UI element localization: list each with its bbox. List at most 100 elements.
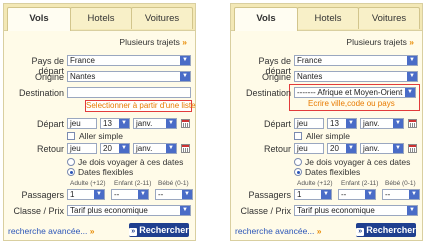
calendar-icon[interactable] — [181, 144, 190, 153]
chevron-down-icon: ▼ — [94, 190, 104, 199]
chevron-down-icon: ▼ — [409, 190, 419, 199]
chevron-down-icon: ▼ — [166, 144, 176, 153]
destination-input[interactable] — [67, 87, 191, 98]
flexible-dates-radio[interactable] — [294, 168, 302, 176]
multi-trip-link[interactable]: Plusieurs trajets » — [119, 37, 187, 47]
depart-month-value: janv. — [136, 119, 153, 128]
retour-dayname-select[interactable]: jeu — [67, 143, 97, 154]
depart-month-select[interactable]: janv. ▼ — [360, 118, 404, 129]
tab-vols[interactable]: Vols — [7, 7, 71, 31]
tab-hotels[interactable]: Hotels — [297, 7, 359, 29]
calendar-icon[interactable] — [181, 119, 190, 128]
advanced-search-link[interactable]: recherche avancée... » — [235, 226, 322, 236]
search-button[interactable]: » Rechercher — [356, 223, 416, 237]
chevron-down-icon: ▼ — [393, 144, 403, 153]
adult-count-value: 1 — [70, 190, 75, 199]
retour-day-select[interactable]: 20 ▼ — [100, 143, 130, 154]
aller-simple-label: Aller simple — [79, 131, 123, 141]
arrow-icon: » — [129, 228, 138, 236]
calendar-icon[interactable] — [408, 144, 417, 153]
flight-search-panel-list: Vols Hotels Voitures Plusieurs trajets »… — [3, 3, 196, 241]
infant-count-select[interactable]: -- ▼ — [155, 189, 193, 200]
advanced-search-link[interactable]: recherche avancée... » — [8, 226, 95, 236]
retour-day-select[interactable]: 20 ▼ — [327, 143, 357, 154]
retour-month-select[interactable]: janv. ▼ — [360, 143, 404, 154]
child-count-select[interactable]: -- ▼ — [111, 189, 149, 200]
adult-count-select[interactable]: 1 ▼ — [294, 189, 332, 200]
chevron-down-icon: ▼ — [346, 119, 356, 128]
fixed-dates-label: Je dois voyager à ces dates — [78, 157, 184, 167]
classe-value: Tarif plus economique — [297, 206, 375, 215]
calendar-icon[interactable] — [408, 119, 417, 128]
tab-voitures[interactable]: Voitures — [358, 7, 420, 29]
tab-voitures[interactable]: Voitures — [131, 7, 193, 29]
origine-value: Nantes — [70, 72, 96, 81]
retour-dayname-value: jeu — [297, 144, 308, 153]
double-chevron-icon: » — [182, 37, 187, 47]
chevron-down-icon: ▼ — [119, 144, 129, 153]
depart-day-select[interactable]: 13 ▼ — [100, 118, 130, 129]
depart-day-select[interactable]: 13 ▼ — [327, 118, 357, 129]
double-chevron-icon: » — [89, 226, 95, 236]
child-count-select[interactable]: -- ▼ — [338, 189, 376, 200]
adult-count-value: 1 — [297, 190, 302, 199]
panel-footer: recherche avancée... » » Rechercher — [231, 223, 422, 240]
search-button[interactable]: » Rechercher — [129, 223, 189, 237]
chevron-down-icon: ▼ — [346, 144, 356, 153]
label-classe: Classe / Prix — [13, 206, 64, 216]
chevron-down-icon: ▼ — [119, 119, 129, 128]
flexible-dates-label: Dates flexibles — [78, 167, 134, 177]
depart-dayname-select[interactable]: jeu — [67, 118, 97, 129]
destination-list-hint[interactable]: Selectionner à partir d'une liste — [85, 100, 196, 112]
destination-select[interactable]: ------- Afrique et Moyen-Orient ----- ▼ — [294, 87, 416, 98]
aller-simple-checkbox[interactable] — [294, 132, 302, 140]
chevron-down-icon: ▼ — [365, 190, 375, 199]
label-destination: Destination — [245, 88, 291, 98]
aller-simple-checkbox[interactable] — [67, 132, 75, 140]
tab-hotels[interactable]: Hotels — [70, 7, 132, 29]
advanced-search-label: recherche avancée... — [8, 226, 88, 236]
retour-month-select[interactable]: janv. ▼ — [133, 143, 177, 154]
pays-depart-select[interactable]: France ▼ — [294, 55, 418, 66]
retour-month-value: janv. — [136, 144, 153, 153]
multi-trip-link[interactable]: Plusieurs trajets » — [346, 37, 414, 47]
pays-depart-select[interactable]: France ▼ — [67, 55, 191, 66]
search-button-label: Rechercher — [139, 225, 189, 235]
adult-age-label: Adulte (+12) — [70, 180, 106, 187]
depart-day-value: 13 — [330, 119, 339, 128]
origine-select[interactable]: Nantes ▼ — [294, 71, 418, 82]
retour-day-value: 20 — [330, 144, 339, 153]
label-destination: Destination — [18, 88, 64, 98]
classe-select[interactable]: Tarif plus economique ▼ — [294, 205, 418, 216]
infant-age-label: Bébé (0-1) — [385, 180, 416, 187]
fixed-dates-radio[interactable] — [294, 158, 302, 166]
flexible-dates-radio[interactable] — [67, 168, 75, 176]
pays-depart-value: France — [70, 56, 95, 65]
fixed-dates-radio[interactable] — [67, 158, 75, 166]
depart-dayname-value: jeu — [70, 119, 81, 128]
flexible-dates-label: Dates flexibles — [305, 167, 361, 177]
retour-dayname-select[interactable]: jeu — [294, 143, 324, 154]
tab-vols[interactable]: Vols — [234, 7, 298, 31]
chevron-down-icon: ▼ — [407, 56, 417, 65]
adult-age-label: Adulte (+12) — [297, 180, 333, 187]
classe-value: Tarif plus economique — [70, 206, 148, 215]
label-origine: Origine — [261, 72, 291, 82]
child-count-value: -- — [341, 190, 347, 199]
classe-select[interactable]: Tarif plus economique ▼ — [67, 205, 191, 216]
double-chevron-icon: » — [409, 37, 414, 47]
chevron-down-icon: ▼ — [407, 72, 417, 81]
adult-count-select[interactable]: 1 ▼ — [67, 189, 105, 200]
depart-month-select[interactable]: janv. ▼ — [133, 118, 177, 129]
label-depart: Départ — [36, 119, 64, 129]
child-count-value: -- — [114, 190, 120, 199]
flight-search-panel-typed: Vols Hotels Voitures Plusieurs trajets »… — [230, 3, 423, 241]
label-classe: Classe / Prix — [240, 206, 291, 216]
infant-count-select[interactable]: -- ▼ — [382, 189, 420, 200]
origine-select[interactable]: Nantes ▼ — [67, 71, 191, 82]
depart-dayname-select[interactable]: jeu — [294, 118, 324, 129]
chevron-down-icon: ▼ — [180, 56, 190, 65]
label-passagers: Passagers — [21, 190, 64, 200]
chevron-down-icon: ▼ — [321, 190, 331, 199]
label-depart: Départ — [263, 119, 291, 129]
